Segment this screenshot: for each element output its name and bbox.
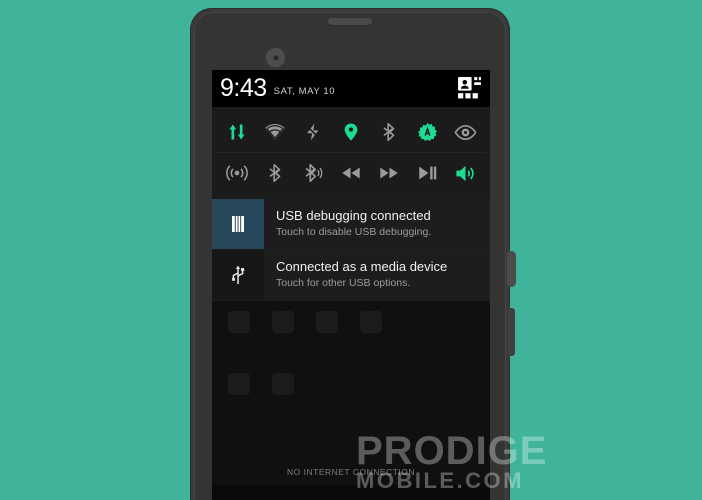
earpiece-speaker bbox=[328, 18, 372, 25]
notification-list: USB debugging connected Touch to disable… bbox=[212, 199, 490, 301]
notification-subtitle: Touch to disable USB debugging. bbox=[276, 226, 432, 239]
quick-settings-row-2 bbox=[212, 153, 490, 193]
notification-media-device[interactable]: Connected as a media device Touch for ot… bbox=[212, 249, 490, 301]
quick-settings-user-icon[interactable] bbox=[457, 76, 482, 101]
power-button[interactable] bbox=[507, 251, 516, 287]
notification-title: Connected as a media device bbox=[276, 258, 448, 274]
notification-usb-debugging[interactable]: USB debugging connected Touch to disable… bbox=[212, 199, 490, 250]
ghost-icon bbox=[228, 372, 250, 395]
usb-debugging-bug-icon bbox=[212, 199, 264, 249]
ghost-icon bbox=[272, 310, 294, 333]
volume-tile[interactable] bbox=[450, 158, 480, 188]
quick-settings-panel bbox=[212, 107, 490, 199]
no-internet-status-text: NO INTERNET CONNECTION bbox=[287, 466, 415, 477]
location-tile[interactable] bbox=[336, 117, 366, 147]
ghost-icon-row bbox=[228, 310, 382, 333]
notification-media-device-body: Connected as a media device Touch for ot… bbox=[264, 249, 490, 300]
ghost-icon bbox=[228, 310, 250, 333]
quick-settings-row-1 bbox=[212, 112, 490, 152]
ghost-icon bbox=[316, 310, 338, 333]
hotspot-tile[interactable] bbox=[222, 158, 252, 188]
bluetooth-tile[interactable] bbox=[374, 117, 404, 147]
ghost-icon-row bbox=[228, 372, 294, 395]
notification-usb-debugging-body: USB debugging connected Touch to disable… bbox=[264, 199, 490, 249]
volume-rocker-button[interactable] bbox=[508, 308, 515, 356]
play-pause-tile[interactable] bbox=[412, 158, 442, 188]
ghost-icon bbox=[272, 372, 294, 395]
fast-forward-tile[interactable] bbox=[374, 158, 404, 188]
phone-screen: 9:43 SAT, MAY 10 USB debugging connected… bbox=[212, 70, 490, 500]
dimmed-home-screen[interactable]: NO INTERNET CONNECTION bbox=[212, 300, 490, 485]
notification-subtitle: Touch for other USB options. bbox=[276, 277, 411, 290]
clock-date: SAT, MAY 10 bbox=[273, 86, 336, 97]
usb-trident-icon bbox=[212, 249, 264, 300]
flash-tile[interactable] bbox=[298, 117, 328, 147]
wifi-tile[interactable] bbox=[260, 117, 290, 147]
ghost-icon bbox=[360, 310, 382, 333]
front-camera-icon bbox=[266, 48, 285, 67]
data-transfer-tile[interactable] bbox=[222, 117, 252, 147]
notification-title: USB debugging connected bbox=[276, 208, 431, 223]
rewind-tile[interactable] bbox=[336, 158, 366, 188]
bluetooth-audio-tile[interactable] bbox=[298, 158, 328, 188]
visibility-tile[interactable] bbox=[450, 117, 480, 147]
smartphone-device: 9:43 SAT, MAY 10 USB debugging connected… bbox=[190, 8, 516, 500]
clock-time: 9:43 bbox=[220, 74, 267, 102]
status-bar: 9:43 SAT, MAY 10 bbox=[212, 70, 490, 107]
bluetooth-tile-2[interactable] bbox=[260, 158, 290, 188]
auto-brightness-tile[interactable] bbox=[412, 117, 442, 147]
status-bar-right bbox=[457, 76, 482, 101]
